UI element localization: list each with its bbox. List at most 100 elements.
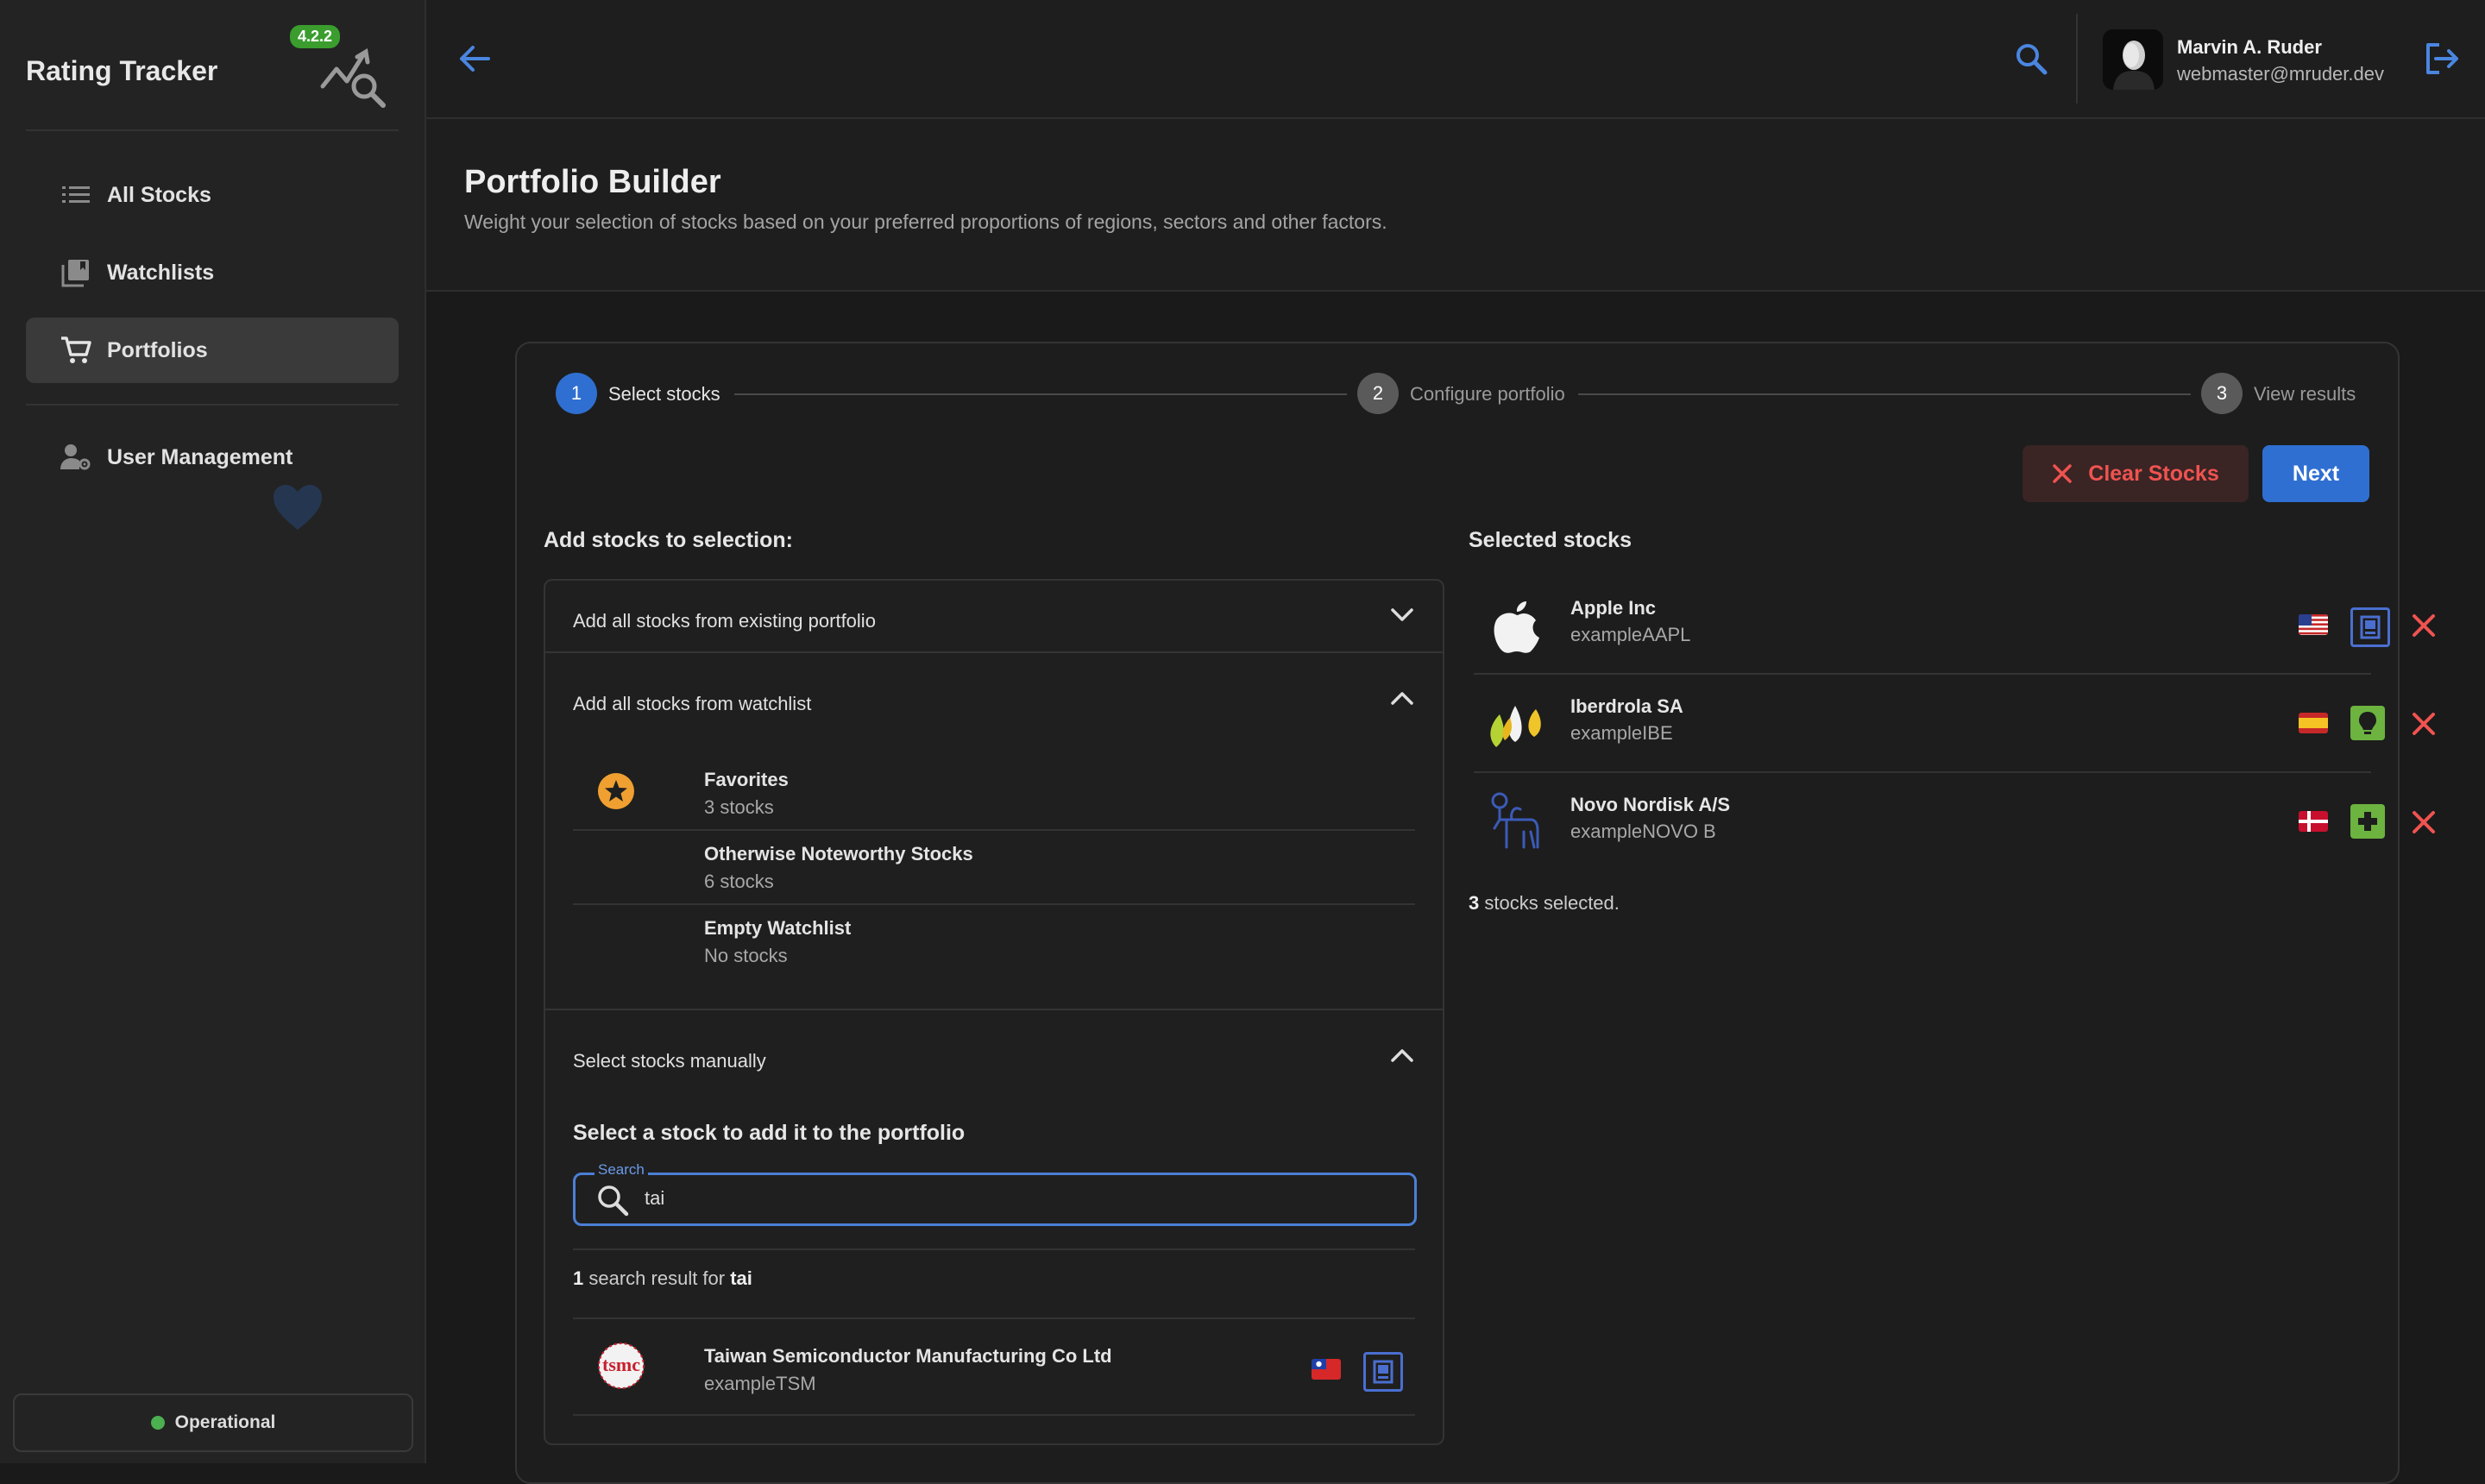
chevron-down-icon	[1391, 608, 1413, 626]
user-gear-icon	[59, 443, 93, 471]
remove-stock-close-icon[interactable]	[2411, 613, 2437, 643]
search-results-summary: 1 search result for tai	[573, 1267, 752, 1290]
next-button[interactable]: Next	[2262, 445, 2369, 502]
app-title: Rating Tracker	[26, 55, 218, 86]
sidebar-item-label: User Management	[107, 444, 293, 469]
watchlist-item-empty[interactable]: Empty Watchlist No stocks	[573, 903, 1415, 978]
step-1-number: 1	[556, 373, 597, 414]
search-icon[interactable]	[2010, 38, 2052, 79]
accordion-manual[interactable]: Select stocks manually	[545, 1021, 1443, 1102]
close-icon	[2052, 463, 2073, 484]
watchlist-item-noteworthy[interactable]: Otherwise Noteworthy Stocks 6 stocks	[573, 829, 1415, 905]
stock-ticker: exampleNOVO B	[1570, 821, 1716, 842]
sidebar-item-user-management[interactable]: User Management	[26, 424, 399, 490]
tsmc-logo-icon: tsmc	[592, 1342, 651, 1394]
stock-ticker: exampleIBE	[1570, 722, 1673, 744]
status-label: Operational	[174, 1412, 276, 1432]
watchlist-count: 6 stocks	[704, 871, 774, 892]
list-icon	[59, 185, 93, 205]
remove-stock-close-icon[interactable]	[2411, 809, 2437, 839]
novo-nordisk-logo-icon	[1482, 787, 1551, 856]
sidebar-item-all-stocks[interactable]: All Stocks	[26, 162, 399, 228]
watchlist-name: Empty Watchlist	[704, 917, 852, 939]
results-divider	[573, 1248, 1415, 1250]
remove-stock-close-icon[interactable]	[2411, 711, 2437, 741]
user-email: webmaster@mruder.dev	[2177, 63, 2384, 85]
taiwan-flag-icon	[1312, 1359, 1341, 1380]
svg-text:tsmc: tsmc	[602, 1354, 640, 1375]
sidebar-divider	[26, 129, 399, 131]
status-indicator[interactable]: Operational	[13, 1393, 413, 1452]
stock-search-input[interactable]: Search tai	[573, 1161, 1417, 1226]
accordion-from-portfolio[interactable]: Add all stocks from existing portfolio	[545, 581, 1443, 662]
watchlist-name: Favorites	[704, 769, 789, 790]
clear-stocks-button[interactable]: Clear Stocks	[2023, 445, 2249, 502]
result-text: search result for	[588, 1267, 726, 1289]
apple-logo-icon	[1482, 590, 1551, 659]
chevron-up-icon	[1391, 1048, 1413, 1066]
watchlist-item-favorites[interactable]: Favorites 3 stocks	[573, 755, 1415, 831]
stock-name: Apple Inc	[1570, 597, 1657, 619]
denmark-flag-icon	[2299, 811, 2328, 832]
portfolio-builder-card: 1 Select stocks 2 Configure portfolio 3 …	[515, 342, 2435, 1484]
search-icon	[596, 1184, 629, 1221]
accordion-from-watchlist[interactable]: Add all stocks from watchlist	[545, 663, 1443, 745]
status-dot	[150, 1416, 165, 1430]
user-name: Marvin A. Ruder	[2177, 36, 2322, 58]
watchlist-count: No stocks	[704, 945, 788, 966]
accordion-label: Add all stocks from existing portfolio	[573, 610, 876, 632]
technology-sector-icon	[2350, 607, 2390, 647]
accordion-divider	[545, 651, 1443, 653]
step-1-label: Select stocks	[608, 383, 720, 405]
sidebar-item-portfolios[interactable]: Portfolios	[26, 318, 399, 383]
iberdrola-logo-icon	[1482, 689, 1551, 758]
healthcare-sector-icon	[2350, 804, 2385, 839]
avatar[interactable]	[2103, 29, 2163, 90]
technology-sector-icon	[1363, 1352, 1403, 1392]
manual-select-title: Select a stock to add it to the portfoli…	[573, 1121, 966, 1145]
watchlist-count: 3 stocks	[704, 796, 774, 818]
result-query: tai	[730, 1267, 752, 1289]
sidebar-item-watchlists[interactable]: Watchlists	[26, 240, 399, 305]
stock-ticker: exampleAAPL	[1570, 624, 1691, 645]
step-3-number: 3	[2201, 373, 2243, 414]
logout-icon[interactable]	[2419, 36, 2464, 81]
selected-stock-row: Novo Nordisk A/S exampleNOVO B	[1474, 773, 2435, 870]
page-header: Portfolio Builder Weight your selection …	[426, 119, 2485, 292]
sidebar-divider	[26, 404, 399, 406]
add-stocks-accordion: Add all stocks from existing portfolio A…	[544, 579, 1444, 1445]
selected-count: 3 stocks selected.	[1469, 892, 1620, 915]
background-heart-icon	[272, 483, 324, 536]
watchlists-icon	[59, 258, 93, 287]
step-3-label: View results	[2254, 383, 2356, 405]
sidebar: Rating Tracker 4.2.2 All Stocks Watchlis…	[0, 0, 426, 1463]
sidebar-item-label: Portfolios	[107, 337, 208, 362]
results-divider	[573, 1317, 1415, 1319]
page-subtitle: Weight your selection of stocks based on…	[464, 211, 1387, 233]
step-2-number: 2	[1357, 373, 1399, 414]
app-logo-icon	[319, 41, 388, 115]
step-connector	[1578, 393, 2191, 395]
selected-stocks-title: Selected stocks	[1469, 528, 1632, 552]
clear-stocks-label: Clear Stocks	[2088, 461, 2219, 486]
result-count: 1	[573, 1267, 584, 1289]
selected-count-number: 3	[1469, 892, 1480, 914]
add-stocks-title: Add stocks to selection:	[544, 528, 793, 552]
search-value: tai	[645, 1187, 665, 1209]
sidebar-item-label: Watchlists	[107, 260, 215, 285]
step-2-label: Configure portfolio	[1410, 383, 1565, 405]
chevron-up-icon	[1391, 691, 1413, 709]
search-result-item[interactable]: tsmc Taiwan Semiconductor Manufacturing …	[573, 1321, 1415, 1416]
stock-name: Novo Nordisk A/S	[1570, 794, 1730, 815]
step-connector	[734, 393, 1347, 395]
page-title: Portfolio Builder	[464, 164, 721, 200]
result-stock-name: Taiwan Semiconductor Manufacturing Co Lt…	[704, 1345, 1112, 1367]
accordion-divider	[545, 1009, 1443, 1010]
accordion-label: Add all stocks from watchlist	[573, 693, 812, 714]
back-arrow-icon[interactable]	[452, 36, 497, 81]
header-divider	[2076, 14, 2078, 104]
accordion-label: Select stocks manually	[573, 1050, 766, 1072]
watchlist-name: Otherwise Noteworthy Stocks	[704, 843, 973, 865]
spain-flag-icon	[2299, 713, 2328, 733]
us-flag-icon	[2299, 614, 2328, 635]
